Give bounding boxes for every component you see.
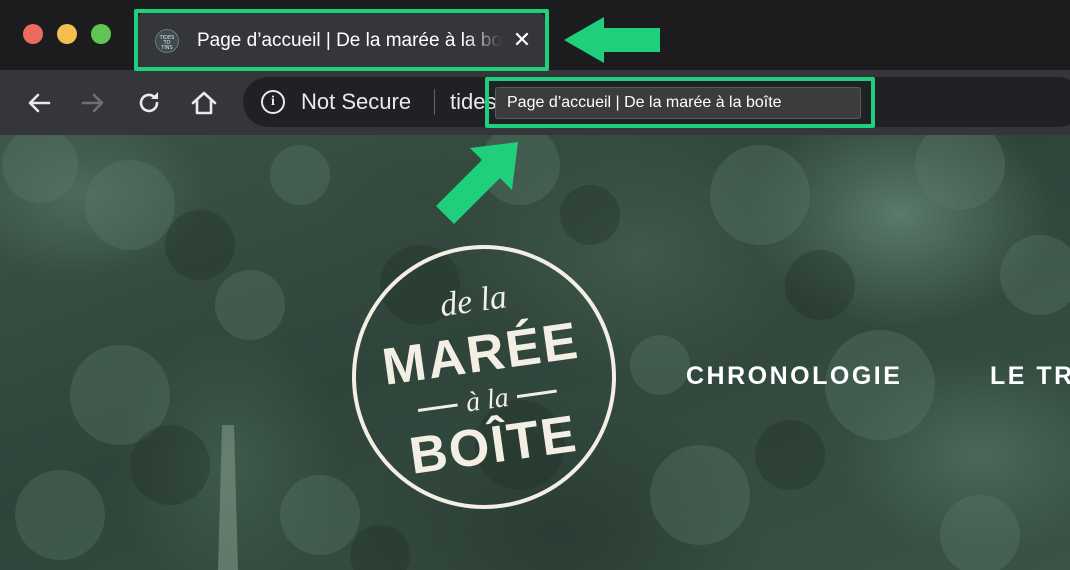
close-window-button[interactable] — [23, 24, 43, 44]
forward-arrow-icon[interactable] — [78, 88, 108, 118]
home-icon[interactable] — [189, 88, 219, 118]
logo-line-boite: BOÎTE — [406, 404, 581, 486]
logo-line-de-la: de la — [438, 278, 510, 324]
logo-rule-left — [417, 403, 458, 412]
site-logo[interactable]: de la MARÉE à la BOÎTE — [346, 239, 622, 515]
nav-link-le-tr[interactable]: LE TR — [990, 360, 1070, 392]
security-status-label[interactable]: Not Secure — [301, 88, 411, 116]
logo-rule-right — [516, 389, 557, 399]
arrow-left-annotation-icon — [564, 17, 660, 63]
reload-icon[interactable] — [134, 88, 164, 118]
omnibox-separator — [434, 89, 435, 115]
logo-line-maree: MARÉE — [379, 312, 583, 397]
page-hero: de la MARÉE à la BOÎTE CHRONOLOGIE LE TR — [0, 135, 1070, 570]
maximize-window-button[interactable] — [91, 24, 111, 44]
logo-line-a-la: à la — [464, 382, 511, 419]
nav-link-chronologie[interactable]: CHRONOLOGIE — [686, 360, 902, 392]
arrow-up-right-annotation-icon — [436, 142, 518, 224]
logo-badge-icon: de la MARÉE à la BOÎTE — [352, 245, 616, 509]
tooltip-highlight-box — [485, 77, 875, 128]
site-info-icon[interactable]: i — [261, 90, 285, 114]
back-arrow-icon[interactable] — [24, 88, 54, 118]
minimize-window-button[interactable] — [57, 24, 77, 44]
tab-highlight-box — [134, 9, 549, 71]
